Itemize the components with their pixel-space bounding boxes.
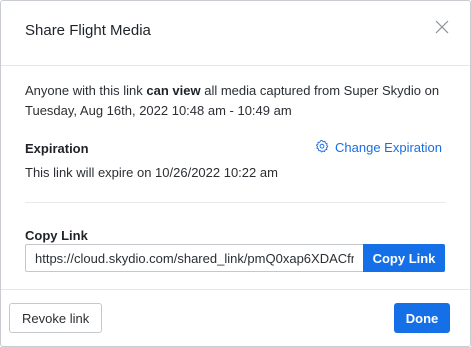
description-emphasis: can view xyxy=(146,83,201,98)
change-expiration-label: Change Expiration xyxy=(335,140,442,155)
dialog-header: Share Flight Media xyxy=(1,1,470,66)
share-description: Anyone with this link can view all media… xyxy=(25,81,450,121)
done-button[interactable]: Done xyxy=(394,303,450,333)
copy-link-button[interactable]: Copy Link xyxy=(363,244,445,272)
expiration-text: This link will expire on 10/26/2022 10:2… xyxy=(25,165,278,180)
share-link-input[interactable] xyxy=(25,244,363,272)
description-prefix: Anyone with this link xyxy=(25,83,147,98)
copy-link-label: Copy Link xyxy=(25,228,88,243)
dialog-footer: Revoke link Done xyxy=(1,289,470,346)
section-divider xyxy=(25,202,446,203)
dialog-title: Share Flight Media xyxy=(25,22,151,39)
close-icon[interactable] xyxy=(430,15,454,39)
copy-link-row: Copy Link xyxy=(25,244,445,272)
change-expiration-link[interactable]: Change Expiration xyxy=(315,139,442,156)
gear-icon xyxy=(315,139,329,156)
revoke-link-button[interactable]: Revoke link xyxy=(9,303,103,333)
share-flight-media-dialog: Share Flight Media Anyone with this link… xyxy=(0,0,471,347)
expiration-label: Expiration xyxy=(25,141,89,156)
